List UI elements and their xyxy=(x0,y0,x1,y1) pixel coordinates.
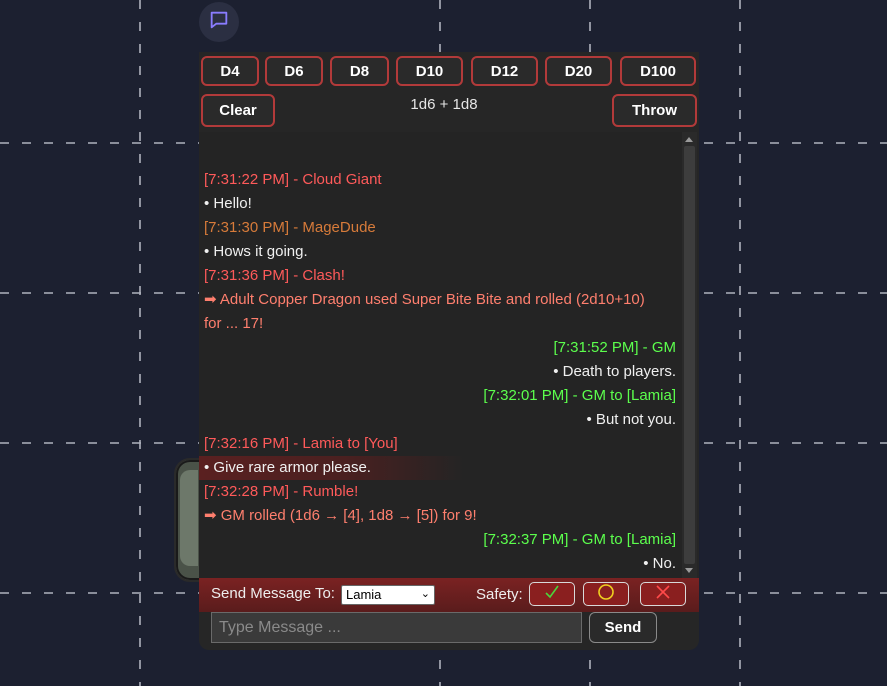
send-to-label: Send Message To: xyxy=(211,585,335,602)
throw-dice-button[interactable]: Throw xyxy=(612,94,697,127)
send-button[interactable]: Send xyxy=(589,612,657,643)
chat-message-line: • Death to players. xyxy=(553,363,676,380)
composer: Send xyxy=(199,612,699,650)
dice-button-d20[interactable]: D20 xyxy=(545,56,612,86)
message-scrollbar[interactable] xyxy=(682,132,697,578)
chat-message-line: [7:32:28 PM] - Rumble! xyxy=(204,483,359,500)
chat-message-line: • No. xyxy=(643,555,676,572)
chat-message-line: • Hello! xyxy=(204,195,252,212)
check-icon xyxy=(544,584,560,605)
dice-toolbar: D4 D6 D8 D10 D12 D20 D100 xyxy=(199,56,699,90)
dice-button-d100[interactable]: D100 xyxy=(620,56,696,86)
cross-icon xyxy=(655,584,671,605)
chat-message-line: ➡ Adult Copper Dragon used Super Bite Bi… xyxy=(204,291,645,308)
scroll-thumb[interactable] xyxy=(684,146,695,564)
chat-message-line: [7:31:52 PM] - GM xyxy=(553,339,676,356)
chat-message-line: [7:31:30 PM] - MageDude xyxy=(204,219,376,236)
chat-bubble-icon xyxy=(208,9,230,36)
dice-button-d12[interactable]: D12 xyxy=(471,56,538,86)
chat-message-line: • But not you. xyxy=(586,411,676,428)
chat-message-line: [7:31:36 PM] - Clash! xyxy=(204,267,345,284)
scroll-down-arrow-icon[interactable] xyxy=(685,568,693,573)
scroll-up-arrow-icon[interactable] xyxy=(685,137,693,142)
chat-message-line: [7:32:01 PM] - GM to [Lamia] xyxy=(483,387,676,404)
chat-message-line: • Give rare armor please. xyxy=(199,456,464,480)
safety-ok-button[interactable] xyxy=(529,582,575,606)
chat-message-line: • Hows it going. xyxy=(204,243,308,260)
circle-icon xyxy=(597,583,615,606)
safety-stop-button[interactable] xyxy=(640,582,686,606)
chat-message-line: [7:31:22 PM] - Cloud Giant xyxy=(204,171,382,188)
chat-panel: D4 D6 D8 D10 D12 D20 D100 Clear 1d6 + 1d… xyxy=(199,52,699,650)
message-log: [7:31:22 PM] - Cloud Giant • Hello! [7:31:… xyxy=(199,132,682,578)
dice-button-d4[interactable]: D4 xyxy=(201,56,259,86)
recipient-select[interactable]: Lamia ⌄ xyxy=(341,585,435,605)
chat-message-line: [7:32:37 PM] - GM to [Lamia] xyxy=(483,531,676,548)
chat-message-line: for ... 17! xyxy=(204,315,264,332)
recipient-value: Lamia xyxy=(346,587,382,602)
chevron-down-icon: ⌄ xyxy=(420,588,430,600)
send-options-bar: Send Message To: Lamia ⌄ Safety: xyxy=(199,578,699,612)
safety-caution-button[interactable] xyxy=(583,582,629,606)
chat-toggle-button[interactable] xyxy=(199,2,239,42)
clear-dice-button[interactable]: Clear xyxy=(201,94,275,127)
dice-button-d6[interactable]: D6 xyxy=(265,56,323,86)
chat-message-line: [7:32:16 PM] - Lamia to [You] xyxy=(204,435,398,452)
safety-label: Safety: xyxy=(476,586,523,603)
dice-formula: 1d6 + 1d8 xyxy=(410,96,478,113)
chat-message-line: ➡ GM rolled (1d6 → [4], 1d8 → [5]) for 9… xyxy=(204,507,477,524)
dice-button-d8[interactable]: D8 xyxy=(330,56,389,86)
message-input[interactable] xyxy=(211,612,582,643)
dice-button-d10[interactable]: D10 xyxy=(396,56,463,86)
